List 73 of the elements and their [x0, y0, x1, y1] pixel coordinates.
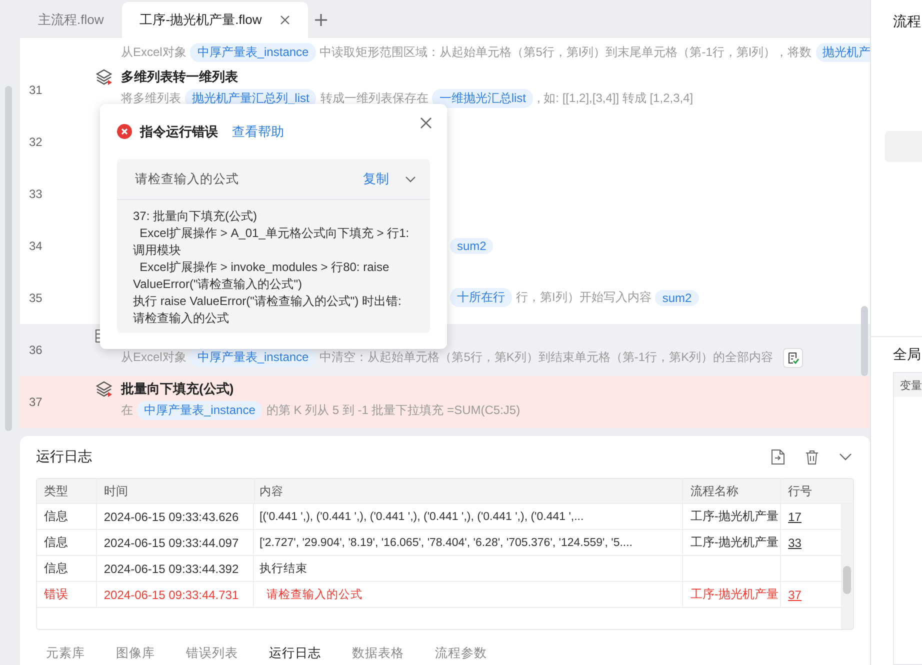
variable-tag: sum2: [655, 290, 699, 306]
scrollbar[interactable]: [5, 86, 12, 431]
step-description: 将多维列表: [121, 90, 181, 107]
step-description: 中读取矩形范围区域：从起始单元格（第5行，第I列）到末尾单元格（第-1行，第I列），将数: [320, 44, 812, 61]
line-link[interactable]: 37: [788, 588, 802, 602]
help-link[interactable]: 查看帮助: [232, 122, 284, 140]
column-header: 流程名称: [683, 479, 782, 503]
line-number: 32: [29, 135, 42, 149]
layers-icon: [95, 68, 113, 86]
step-description: , 如: [[1,2],[3,4]] 转成 [1,2,3,4]: [537, 90, 694, 107]
log-row[interactable]: 信息 2024-06-15 09:33:44.097 ['2.727', '29.904', '8.19', '16.065', '78.404', '6.28', '705.376', '124.559', '5.... 工序-抛光机产量 33: [37, 530, 841, 556]
scrollbar[interactable]: [841, 504, 853, 629]
step-description: 行，第I列）开始写入内容: [516, 289, 652, 306]
step-title: 多维列表转一维列表: [121, 68, 238, 86]
column-header: 类型: [37, 479, 97, 503]
close-icon[interactable]: [420, 116, 432, 128]
traceback-line: 执行 raise ValueError("请检查输入的公式") 时出错: 请检查输入的公式: [133, 293, 402, 327]
traceback-line: 37: 批量向下填充(公式): [133, 208, 258, 225]
variable-tag: 中厚产量表_instance: [137, 401, 262, 420]
panel-tab[interactable]: 元素库: [46, 645, 85, 662]
column-header: 变量: [894, 373, 922, 397]
error-icon: [117, 124, 132, 139]
traceback-line: Excel扩展操作 > A_01_单元格公式向下填充 > 行1: 调用模块: [133, 225, 410, 259]
variable-tag: 十所在行: [450, 288, 512, 307]
panel-title: 流程: [893, 13, 922, 31]
line-number: 37: [29, 395, 42, 409]
column-header: 时间: [96, 479, 254, 503]
add-tab-icon[interactable]: [314, 13, 328, 27]
copy-link[interactable]: 复制: [363, 170, 389, 188]
panel-title: 运行日志: [36, 448, 92, 466]
line-number: 34: [29, 239, 42, 253]
close-icon[interactable]: [280, 15, 290, 25]
line-number: 35: [29, 291, 42, 305]
column-header: 内容: [254, 479, 684, 503]
file-tab[interactable]: 工序-抛光机产量.flow: [122, 2, 308, 38]
step-description: 在: [121, 402, 133, 419]
column-header: 行号: [787, 482, 814, 500]
variable-tag: 中厚产量表_instance: [190, 348, 316, 367]
log-row[interactable]: 错误 2024-06-15 09:33:44.731 请检查输入的公式 工序-抛光机产量 37: [37, 582, 841, 608]
panel-tab[interactable]: 流程参数: [435, 645, 487, 662]
error-message: 请检查输入的公式: [135, 170, 240, 188]
line-number: 36: [29, 343, 42, 357]
collapse-icon[interactable]: [839, 453, 852, 461]
log-row[interactable]: 信息 2024-06-15 09:33:44.392 执行结束: [37, 556, 841, 582]
panel-tab[interactable]: 数据表格: [352, 645, 404, 662]
variable-tag: 中厚产量表_instance: [190, 43, 316, 62]
export-icon[interactable]: [771, 449, 785, 465]
line-number: 31: [29, 83, 42, 97]
step-description: 转成一维列表保存在: [320, 90, 428, 107]
log-row[interactable]: 信息 2024-06-15 09:33:43.626 [('0.441 ',), ('0.441 ',), ('0.441 ',), ('0.441 ',), ('0.441 ',), ('0.441 ',... 工序-抛光机产量 17: [37, 504, 841, 530]
file-tab[interactable]: 主流程.flow: [20, 2, 122, 38]
step-description: 从Excel对象: [121, 349, 186, 366]
line-number: 33: [29, 187, 42, 201]
section-title: 全局: [893, 346, 922, 364]
popup-title: 指令运行错误: [140, 122, 218, 140]
step-description: 中清空：从起始单元格（第5行，第K列）到结束单元格（第-1行，第K列）的全部内容: [320, 349, 774, 366]
layers-icon: [95, 380, 113, 398]
checklist-icon[interactable]: [783, 348, 804, 368]
step-description: 的第 K 列从 5 到 -1 批量下拉填充 =SUM(C5:J5): [266, 402, 520, 419]
variable-tag: 抛光机产: [816, 43, 870, 62]
panel-tab[interactable]: 运行日志: [269, 645, 321, 662]
scrollbar[interactable]: [861, 306, 868, 376]
step-description: 从Excel对象: [121, 44, 186, 61]
traceback-line: Excel扩展操作 > invoke_modules > 行80: raise ValueError("请检查输入的公式"): [133, 259, 390, 293]
delete-icon[interactable]: [805, 450, 819, 464]
variable-tag: sum2: [450, 238, 494, 254]
step-title: 批量向下填充(公式): [121, 380, 234, 398]
line-link[interactable]: 33: [788, 536, 802, 550]
chevron-icon[interactable]: [405, 176, 416, 182]
variable-tag: 一维抛光汇总list: [432, 89, 534, 108]
panel-tab[interactable]: 图像库: [116, 645, 155, 662]
line-link[interactable]: 17: [788, 510, 802, 524]
panel-tab[interactable]: 错误列表: [186, 645, 238, 662]
